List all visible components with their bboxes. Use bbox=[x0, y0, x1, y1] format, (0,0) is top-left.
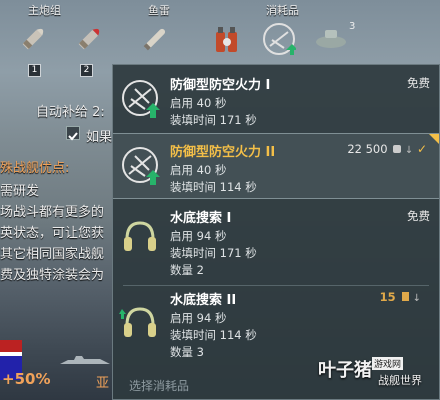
defensive-aa-slot-icon[interactable] bbox=[262, 22, 298, 56]
consumable-reload: 装填时间 114 秒 bbox=[170, 180, 257, 194]
ap-shell-icon[interactable] bbox=[16, 22, 50, 56]
selected-check-icon: ✓ bbox=[416, 142, 427, 156]
divider bbox=[123, 285, 429, 286]
watermark-sub: 战舰世界 bbox=[378, 374, 422, 387]
consumable-charges: 数量 3 bbox=[170, 345, 204, 359]
auto-supply-checkbox[interactable] bbox=[66, 126, 80, 141]
slot-count-3: 3 bbox=[349, 21, 356, 32]
watermark-brand: 叶子猪 bbox=[318, 360, 372, 381]
left-line-2: 场战斗都有更多的 bbox=[0, 205, 105, 220]
consumable-duration: 启用 94 秒 bbox=[170, 229, 227, 243]
he-shell-icon[interactable] bbox=[72, 22, 106, 56]
ship-nation-label: 亚 bbox=[96, 376, 110, 391]
defensive-aa-icon bbox=[119, 144, 161, 186]
consumable-name: 防御型防空火力 II bbox=[170, 145, 276, 160]
consumable-charges: 数量 2 bbox=[170, 263, 204, 277]
hydroacoustic-headphones-icon bbox=[119, 301, 161, 343]
consumable-duration: 启用 40 秒 bbox=[170, 163, 227, 177]
auto-supply-label: 自动补给 2: bbox=[36, 105, 105, 120]
consumable-option-def-aa-1[interactable]: 防御型防空火力 I 启用 40 秒 装填时间 171 秒 免费 bbox=[113, 67, 439, 131]
consumable-duration: 启用 40 秒 bbox=[170, 96, 227, 110]
slot-key-2: 2 bbox=[80, 64, 93, 77]
consumable-name: 水底搜索 II bbox=[170, 293, 237, 308]
left-line-1: 需研发 bbox=[0, 184, 40, 199]
main-battery-label: 主炮组 bbox=[28, 4, 61, 17]
torpedo-icon[interactable] bbox=[138, 22, 172, 56]
defensive-aa-icon bbox=[119, 77, 161, 119]
torpedo-label: 鱼雷 bbox=[148, 4, 170, 17]
consumable-price: 免费 bbox=[407, 76, 430, 90]
credits-icon bbox=[393, 145, 402, 153]
checkbox-label: 如果 bbox=[86, 130, 113, 145]
consumable-name: 水底搜索 I bbox=[170, 211, 232, 226]
selected-corner-icon bbox=[429, 134, 439, 144]
slot-key-1: 1 bbox=[28, 64, 41, 77]
hydroacoustic-headphones-icon bbox=[119, 215, 161, 257]
watermark-site: 游戏网 bbox=[372, 357, 404, 370]
consumable-price: 15 ↓ bbox=[379, 290, 421, 304]
consumable-price: 免费 bbox=[407, 209, 430, 223]
consumable-option-hydro-2[interactable]: 水底搜索 II 启用 94 秒 装填时间 114 秒 数量 3 15 ↓ bbox=[113, 287, 439, 365]
dropdown-arrow-icon: ↓ bbox=[404, 145, 414, 156]
special-ship-title: 殊战舰优点: bbox=[0, 161, 70, 176]
left-line-4: 其它相同国家战舰 bbox=[0, 247, 105, 262]
damage-control-icon[interactable] bbox=[210, 22, 244, 56]
consumable-reload: 装填时间 171 秒 bbox=[170, 246, 257, 260]
left-line-5: 费及独特涂装会为 bbox=[0, 268, 105, 283]
consumable-reload: 装填时间 114 秒 bbox=[170, 328, 257, 342]
consumables-label: 消耗品 bbox=[266, 4, 299, 17]
xp-bonus: +50% bbox=[2, 370, 51, 388]
consumable-reload: 装填时间 171 秒 bbox=[170, 113, 257, 127]
ship-silhouette-icon bbox=[60, 352, 110, 366]
doubloon-icon bbox=[401, 292, 409, 301]
left-line-3: 英状态，可让您获 bbox=[0, 226, 105, 241]
consumable-name: 防御型防空火力 I bbox=[170, 78, 271, 93]
consumable-price: 22 500 ↓ ✓ bbox=[347, 142, 427, 156]
select-consumable-hint: 选择消耗品 bbox=[129, 379, 190, 393]
consumable-option-def-aa-2[interactable]: 防御型防空火力 II 启用 40 秒 装填时间 114 秒 22 500 ↓ ✓ bbox=[113, 133, 439, 199]
consumable-duration: 启用 94 秒 bbox=[170, 311, 227, 325]
dropdown-arrow-icon: ↓ bbox=[412, 293, 421, 304]
consumable-dropdown: 防御型防空火力 I 启用 40 秒 装填时间 171 秒 免费 防御型防空火力 … bbox=[112, 64, 440, 400]
consumable-option-hydro-1[interactable]: 水底搜索 I 启用 94 秒 装填时间 171 秒 数量 2 免费 bbox=[113, 199, 439, 283]
hydroacoustic-slot-icon[interactable] bbox=[314, 22, 348, 56]
